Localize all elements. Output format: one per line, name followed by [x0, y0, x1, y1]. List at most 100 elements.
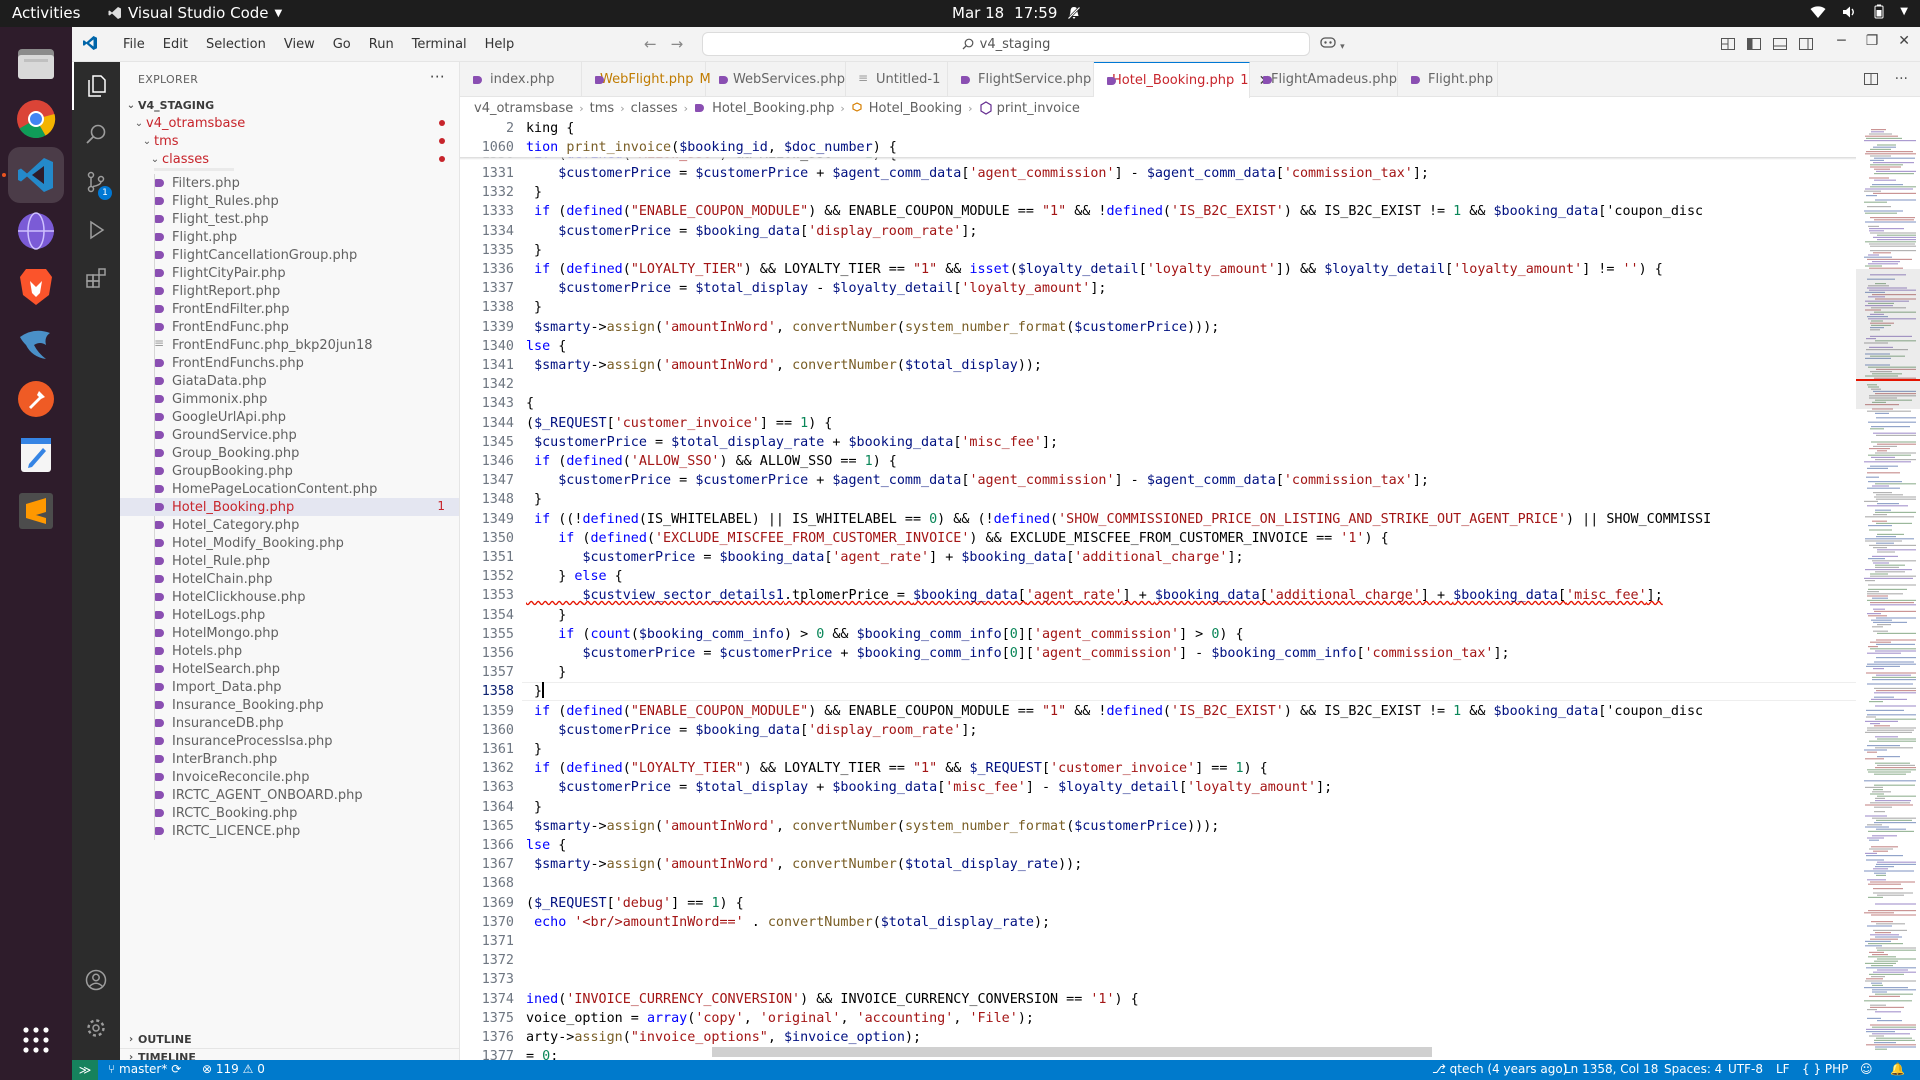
file-item[interactable]: Filters.php — [120, 174, 459, 192]
file-item[interactable]: HotelClickhouse.php — [120, 588, 459, 606]
back-arrow-icon[interactable]: ← — [644, 35, 657, 53]
problems-indicator[interactable]: ⊗ 119 ⚠ 0 — [202, 1062, 265, 1076]
clock[interactable]: Mar 18 17:59 — [952, 4, 1082, 22]
dock-vscode[interactable] — [8, 147, 64, 203]
code-line[interactable]: 1359 if (defined("ENABLE_COUPON_MODULE")… — [460, 702, 1856, 721]
code-line[interactable]: 1375 voice_option = array('copy', 'origin… — [460, 1009, 1856, 1028]
system-tray[interactable]: ▼ — [1810, 4, 1908, 19]
sticky-scroll-line[interactable]: 2 king { — [460, 119, 1856, 138]
editor-tab[interactable]: Flight.php — [1398, 62, 1498, 97]
code-line[interactable]: 1339 $smarty->assign('amountInWord', con… — [460, 318, 1856, 337]
breadcrumb-class[interactable]: Hotel_Booking — [869, 101, 962, 116]
menu-terminal[interactable]: Terminal — [403, 37, 476, 52]
code-line[interactable]: 1343 { — [460, 394, 1856, 413]
encoding[interactable]: UTF-8 — [1728, 1062, 1763, 1076]
notifications-button[interactable]: 🔔 — [1890, 1062, 1905, 1076]
file-item[interactable]: HotelLogs.php — [120, 606, 459, 624]
code-line[interactable]: 1367 $smarty->assign('amountInWord', con… — [460, 855, 1856, 874]
dock-sublime-text[interactable] — [8, 483, 64, 539]
cursor-position[interactable]: Ln 1358, Col 18 — [1564, 1062, 1658, 1076]
end-of-line[interactable]: LF — [1776, 1062, 1790, 1076]
code-line[interactable]: 1340 lse { — [460, 337, 1856, 356]
file-item[interactable]: FrontEndFunc.php — [120, 318, 459, 336]
file-item[interactable]: HotelMongo.php — [120, 624, 459, 642]
file-item[interactable]: HotelChain.php — [120, 570, 459, 588]
file-item[interactable]: Import_Data.php — [120, 678, 459, 696]
code-line[interactable]: 1351 $customerPrice = $booking_data['age… — [460, 548, 1856, 567]
editor-tab[interactable]: FlightService.php — [948, 62, 1094, 97]
menu-edit[interactable]: Edit — [154, 37, 197, 52]
file-item[interactable]: Hotel_Modify_Booking.php — [120, 534, 459, 552]
code-line[interactable]: 1360 $customerPrice = $booking_data['dis… — [460, 721, 1856, 740]
activities-button[interactable]: Activities — [12, 4, 80, 22]
editor-tab[interactable]: index.php — [460, 62, 582, 97]
dock-files[interactable] — [8, 35, 64, 91]
code-line[interactable]: 1342 — [460, 375, 1856, 394]
code-line[interactable]: 1358 } — [460, 682, 1856, 701]
code-line[interactable]: 1331 $customerPrice = $customerPrice + $… — [460, 164, 1856, 183]
breadcrumb-item[interactable]: tms — [590, 101, 615, 116]
breadcrumb-item[interactable]: classes — [631, 101, 678, 116]
code-line[interactable]: 1366 lse { — [460, 836, 1856, 855]
branch-indicator[interactable]: ⑂ master* ⟳ — [108, 1062, 181, 1076]
folder-classes[interactable]: ⌄ classes — [120, 150, 459, 168]
code-line[interactable]: 1344 ($_REQUEST['customer_invoice'] == 1)… — [460, 414, 1856, 433]
file-item[interactable]: InterBranch.php — [120, 750, 459, 768]
split-editor-icon[interactable] — [1863, 71, 1879, 87]
toggle-primary-sidebar-icon[interactable] — [1746, 36, 1762, 52]
menu-view[interactable]: View — [275, 37, 324, 52]
run-debug-view-button[interactable] — [72, 206, 120, 254]
editor-tab[interactable]: WebFlight.php M — [582, 62, 711, 97]
manage-button[interactable] — [72, 1004, 120, 1052]
copilot-status[interactable]: ☺ — [1860, 1062, 1873, 1076]
file-item[interactable]: Hotel_Rule.php — [120, 552, 459, 570]
code-line[interactable]: 1341 $smarty->assign('amountInWord', con… — [460, 356, 1856, 375]
minimize-icon[interactable]: ─ — [1837, 33, 1845, 49]
copilot-menu[interactable]: ▾ — [1320, 35, 1345, 53]
code-line[interactable]: 1348 } — [460, 490, 1856, 509]
file-item[interactable]: GoogleUrlApi.php — [120, 408, 459, 426]
code-line[interactable]: 1356 $customerPrice = $customerPrice + $… — [460, 644, 1856, 663]
dock-browser[interactable] — [8, 203, 64, 259]
code-line[interactable]: 1363 $customerPrice = $total_display + $… — [460, 778, 1856, 797]
code-line[interactable]: 1370 echo '<br/>amountInWord==' . conver… — [460, 913, 1856, 932]
editor-tab[interactable]: FlightAmadeus.php — [1250, 62, 1398, 97]
code-line[interactable]: 1368 — [460, 874, 1856, 893]
file-item[interactable]: Hotel_Category.php — [120, 516, 459, 534]
file-item[interactable]: Flight_test.php — [120, 210, 459, 228]
explorer-view-button[interactable] — [72, 62, 120, 110]
file-item[interactable]: Flight_Rules.php — [120, 192, 459, 210]
file-item[interactable]: FrontEndFunchs.php — [120, 354, 459, 372]
customize-layout-icon[interactable] — [1720, 36, 1736, 52]
code-line[interactable]: 1361 } — [460, 740, 1856, 759]
file-item[interactable]: FrontEndFunc.php_bkp20jun18 — [120, 336, 459, 354]
folder-tms[interactable]: ⌄ tms — [120, 132, 459, 150]
minimap[interactable] — [1856, 119, 1920, 1060]
code-line[interactable]: 1357 } — [460, 663, 1856, 682]
extensions-view-button[interactable] — [72, 254, 120, 302]
menu-go[interactable]: Go — [324, 37, 360, 52]
file-item[interactable]: Insurance_Booking.php — [120, 696, 459, 714]
code-line[interactable]: 1350 if (defined('EXCLUDE_MISCFEE_FROM_C… — [460, 529, 1856, 548]
search-view-button[interactable] — [72, 110, 120, 158]
code-line[interactable]: 1336 if (defined("LOYALTY_TIER") && LOYA… — [460, 260, 1856, 279]
file-item[interactable]: InsuranceProcessIsa.php — [120, 732, 459, 750]
code-line[interactable]: 1334 $customerPrice = $booking_data['dis… — [460, 222, 1856, 241]
breadcrumb-file[interactable]: Hotel_Booking.php — [712, 101, 834, 116]
file-item[interactable]: InvoiceReconcile.php — [120, 768, 459, 786]
code-line[interactable]: 1352 } else { — [460, 567, 1856, 586]
outline-section[interactable]: › OUTLINE — [120, 1030, 460, 1048]
code-line[interactable]: 1376 arty->assign("invoice_options", $inv… — [460, 1028, 1856, 1047]
dock-brave[interactable] — [8, 259, 64, 315]
code-line[interactable]: 1346 if (defined('ALLOW_SSO') && ALLOW_S… — [460, 452, 1856, 471]
code-line[interactable]: 1353 $custview_sector_details1.tplomerPr… — [460, 586, 1856, 605]
close-window-icon[interactable]: ✕ — [1898, 33, 1910, 49]
file-item[interactable]: IRCTC_Booking.php — [120, 804, 459, 822]
code-line[interactable]: 1365 $smarty->assign('amountInWord', con… — [460, 817, 1856, 836]
file-item[interactable]: HomePageLocationContent.php — [120, 480, 459, 498]
toggle-panel-icon[interactable] — [1772, 36, 1788, 52]
file-item[interactable]: FlightCancellationGroup.php — [120, 246, 459, 264]
code-line[interactable]: 1372 — [460, 951, 1856, 970]
breadcrumb-item[interactable]: v4_otramsbase — [474, 101, 573, 116]
more-actions-icon[interactable]: ··· — [430, 68, 445, 86]
